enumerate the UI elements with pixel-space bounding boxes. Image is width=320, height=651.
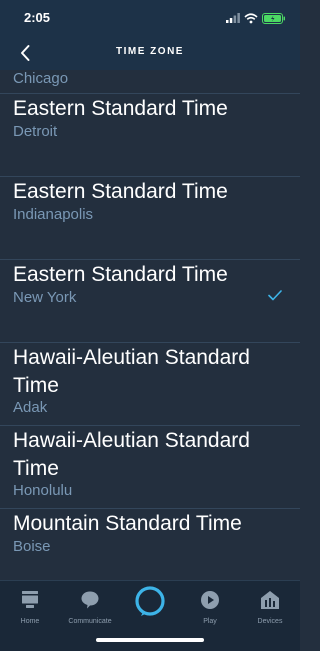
list-item-selected[interactable]: Eastern Standard Time New York xyxy=(0,260,300,343)
list-item[interactable]: Chicago xyxy=(0,70,300,94)
header: TIME ZONE xyxy=(0,34,300,70)
list-item[interactable]: Hawaii-Aleutian Standard Time Adak xyxy=(0,343,300,426)
list-item[interactable]: Hawaii-Aleutian Standard Time Honolulu xyxy=(0,426,300,509)
tab-label: Play xyxy=(203,618,217,625)
tab-home[interactable]: Home xyxy=(0,587,60,625)
chat-bubble-icon xyxy=(81,591,99,609)
status-bar: 2:05 xyxy=(0,0,300,34)
page-title: TIME ZONE xyxy=(116,46,184,57)
list-item-title: Eastern Standard Time xyxy=(13,263,228,286)
signal-icon xyxy=(226,13,240,23)
list-item-title: Hawaii-Aleutian Standard Time xyxy=(13,346,250,397)
tab-label: Home xyxy=(20,618,40,625)
battery-icon xyxy=(262,12,285,24)
list-item-city: Boise xyxy=(13,537,51,555)
tab-label: Communicate xyxy=(68,618,112,625)
list-item-title: Eastern Standard Time xyxy=(13,180,228,203)
wifi-icon xyxy=(244,12,258,23)
list-item-city: Adak xyxy=(13,399,48,416)
list-item-city: Chicago xyxy=(13,70,69,87)
list-item[interactable]: Eastern Standard Time Detroit xyxy=(0,94,300,177)
list-item-city: Honolulu xyxy=(13,482,73,499)
home-icon xyxy=(22,591,38,608)
tab-alexa[interactable] xyxy=(120,583,180,619)
list-item-city: New York xyxy=(13,288,77,306)
home-indicator xyxy=(96,638,204,642)
tab-play[interactable]: Play xyxy=(180,587,240,625)
list-item-title: Mountain Standard Time xyxy=(13,512,242,535)
list-item-title: Eastern Standard Time xyxy=(13,97,228,120)
list-item[interactable]: Eastern Standard Time Indianapolis xyxy=(0,177,300,260)
play-icon xyxy=(201,591,219,609)
list-item-city: Indianapolis xyxy=(13,205,94,223)
tab-communicate[interactable]: Communicate xyxy=(60,587,120,625)
list-item[interactable]: Mountain Standard Time Boise xyxy=(0,509,300,580)
status-time: 2:05 xyxy=(24,10,51,25)
tab-devices[interactable]: Devices xyxy=(240,587,300,625)
list-item-city: Detroit xyxy=(13,122,58,140)
devices-icon xyxy=(261,591,279,609)
list-item-title: Hawaii-Aleutian Standard Time xyxy=(13,429,250,480)
alexa-icon xyxy=(135,586,165,616)
tab-label: Devices xyxy=(257,618,283,625)
status-icons xyxy=(226,11,286,25)
time-zone-list[interactable]: Chicago Eastern Standard Time Detroit Ea… xyxy=(0,70,300,580)
checkmark-icon xyxy=(268,290,282,301)
